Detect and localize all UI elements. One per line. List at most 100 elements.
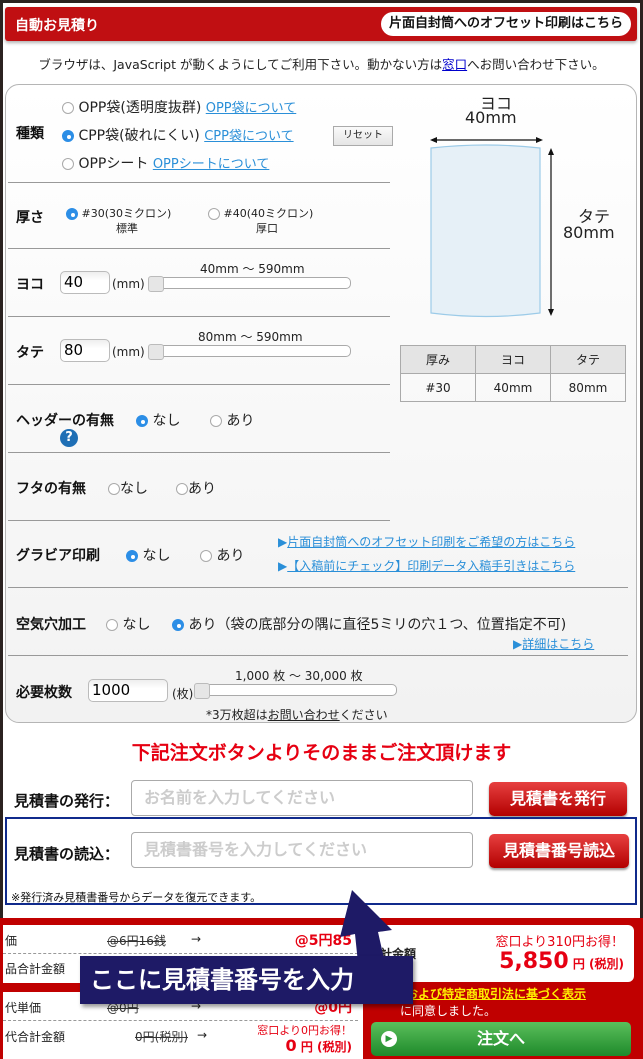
triangle-icon: ▶ — [278, 535, 288, 549]
height-label: タテ — [16, 345, 44, 361]
width-slider[interactable] — [148, 276, 351, 292]
quantity-input[interactable]: 1000 — [88, 679, 168, 702]
cpp-info-link[interactable]: CPP袋について — [204, 129, 293, 144]
option-sub-label: 標準 — [116, 222, 138, 235]
guide-link-row[interactable]: ▶【入稿前にチェック】印刷データ入稿手引きはこちら — [278, 557, 575, 574]
unit: 円 (税別) — [300, 1040, 352, 1054]
radio[interactable] — [106, 619, 118, 631]
detail-link[interactable]: 詳細はこちら — [522, 637, 594, 651]
type-option-cpp[interactable]: CPP袋(破れにくい) CPP袋について — [62, 125, 294, 145]
slider-handle[interactable] — [148, 344, 164, 360]
offset-print-link[interactable]: 片面自封筒へのオフセット印刷はこちら — [380, 12, 631, 36]
height-input[interactable]: 80 — [60, 339, 110, 362]
header-bar: 自動お見積り 片面自封筒へのオフセット印刷はこちら — [5, 7, 637, 41]
opp-info-link[interactable]: OPP袋について — [206, 101, 297, 116]
height-slider[interactable] — [148, 344, 351, 360]
opp-sheet-info-link[interactable]: OPPシートについて — [153, 157, 270, 172]
header-option-row: ヘッダーの有無 なし あり ? — [8, 386, 390, 453]
airhole-option-yes[interactable]: あり（袋の底部分の隅に直径5ミリの穴１つ、位置指定不可) — [172, 614, 566, 634]
old-price: 0円(税別) — [135, 1030, 188, 1044]
type-option-opp-sheet[interactable]: OPPシート OPPシートについて — [62, 153, 269, 173]
value: 5,850 — [499, 949, 569, 974]
load-estimate-button[interactable]: 見積書番号読込 — [489, 834, 629, 868]
radio[interactable] — [62, 130, 74, 142]
radio[interactable] — [136, 415, 148, 427]
gravure-option-none[interactable]: なし — [126, 545, 170, 565]
arrow: → — [191, 932, 202, 946]
range-label: 1,000 枚 〜 30,000 枚 — [235, 669, 363, 683]
width-input[interactable]: 40 — [60, 271, 110, 294]
quantity-slider[interactable] — [194, 683, 397, 699]
price-row: 代合計金額 0円(税別) → 窓口より0円お得！ 0 円 (税別) — [3, 1022, 358, 1058]
radio[interactable] — [208, 208, 220, 220]
data-guide-link[interactable]: 【入稿前にチェック】印刷データ入稿手引きはこちら — [287, 559, 575, 573]
header-option-none[interactable]: なし — [136, 410, 180, 430]
radio[interactable] — [126, 550, 138, 562]
agreement-text: に同意しました。 — [400, 1004, 497, 1018]
contact-link[interactable]: 窓口 — [442, 57, 467, 72]
old-price: @6円16銭 — [107, 934, 166, 948]
bag-diagram: ヨコ 40mm タテ 80mm — [400, 88, 635, 328]
gravure-option-yes[interactable]: あり — [200, 545, 244, 565]
option-label: あり — [216, 548, 245, 564]
notice-text-end: へお問い合わせ下さい。 — [467, 57, 605, 72]
radio[interactable] — [62, 102, 74, 114]
name-input[interactable]: お名前を入力してください — [131, 780, 473, 816]
option-label: なし — [152, 413, 181, 429]
notice-text: ブラウザは、JavaScript が動くようにしてご利用下さい。動かない方は — [38, 57, 443, 72]
gravure-label: グラビア印刷 — [16, 548, 100, 564]
help-icon[interactable]: ? — [60, 429, 78, 447]
restore-note: ※発行済み見積書番号からデータを復元できます。 — [11, 891, 262, 904]
offset-wish-link[interactable]: 片面自封筒へのオフセット印刷をご希望の方はこちら — [287, 535, 575, 549]
reset-button[interactable]: リセット — [333, 126, 393, 146]
option-label: あり（袋の底部分の隅に直径5ミリの穴１つ、位置指定不可) — [188, 617, 567, 633]
order-button-label: 注文へ — [476, 1029, 525, 1048]
radio[interactable] — [176, 483, 188, 495]
option-label: なし — [142, 548, 171, 564]
lid-option-none[interactable]: なし — [108, 478, 148, 498]
type-label: 種類 — [16, 126, 44, 142]
radio[interactable] — [200, 550, 212, 562]
radio[interactable] — [210, 415, 222, 427]
order-button[interactable]: ▶ 注文へ — [371, 1022, 631, 1056]
spec-summary-table: 厚み ヨコ タテ #30 40mm 80mm — [400, 345, 626, 402]
range-label: 80mm 〜 590mm — [198, 330, 303, 344]
note-text: *3万枚超は — [206, 708, 268, 722]
option-label: CPP袋(破れにくい) — [78, 128, 200, 144]
callout-arrow-icon — [340, 890, 392, 963]
estimate-number-input[interactable]: 見積書番号を入力してください — [131, 832, 473, 868]
option-label: #30(30ミクロン) — [81, 207, 172, 220]
price-key: 代合計金額 — [5, 1030, 66, 1044]
inquiry-link[interactable]: お問い合わせ — [268, 708, 340, 722]
option-sub-label: 厚口 — [256, 222, 278, 235]
issue-estimate-button[interactable]: 見積書を発行 — [489, 782, 627, 816]
airhole-label: 空気穴加工 — [16, 617, 86, 633]
airhole-option-none[interactable]: なし — [106, 614, 150, 634]
detail-link-row[interactable]: ▶詳細はこちら — [513, 635, 594, 652]
lid-option-yes[interactable]: あり — [176, 478, 216, 498]
price-row: 価 @6円16銭 → @5円85 — [3, 926, 358, 954]
slider-handle[interactable] — [148, 276, 164, 292]
total-saving-note: 窓口より310円お得！ — [495, 935, 624, 950]
option-label: なし — [120, 481, 148, 497]
type-option-opp[interactable]: OPP袋(透明度抜群) OPP袋について — [62, 97, 296, 117]
unit-label: (枚) — [172, 687, 194, 701]
quantity-note: *3万枚超はお問い合わせください — [206, 706, 388, 723]
range-label: 40mm 〜 590mm — [200, 262, 305, 276]
radio[interactable] — [62, 158, 74, 170]
js-notice: ブラウザは、JavaScript が動くようにしてご利用下さい。動かない方は窓口… — [0, 54, 643, 73]
thickness-option-40[interactable]: #40(40ミクロン) — [208, 205, 313, 221]
header-option-yes[interactable]: あり — [210, 410, 254, 430]
thickness-option-30[interactable]: #30(30ミクロン) — [66, 205, 171, 221]
radio[interactable] — [108, 483, 120, 495]
price-key: 価 — [5, 934, 18, 948]
gravure-row: グラビア印刷 なし あり ▶片面自封筒へのオフセット印刷をご希望の方はこちら ▶… — [8, 522, 628, 588]
radio[interactable] — [172, 619, 184, 631]
quantity-label: 必要枚数 — [16, 685, 72, 701]
slider-handle[interactable] — [194, 683, 210, 699]
page-title: 自動お見積り — [15, 18, 99, 34]
estimate-load-box: 見積書の読込： 見積書番号を入力してください 見積書番号読込 ※発行済み見積書番… — [5, 817, 637, 905]
estimate-issue-label: 見積書の発行： — [14, 792, 120, 810]
radio[interactable] — [66, 208, 78, 220]
offset-link-row[interactable]: ▶片面自封筒へのオフセット印刷をご希望の方はこちら — [278, 533, 575, 550]
